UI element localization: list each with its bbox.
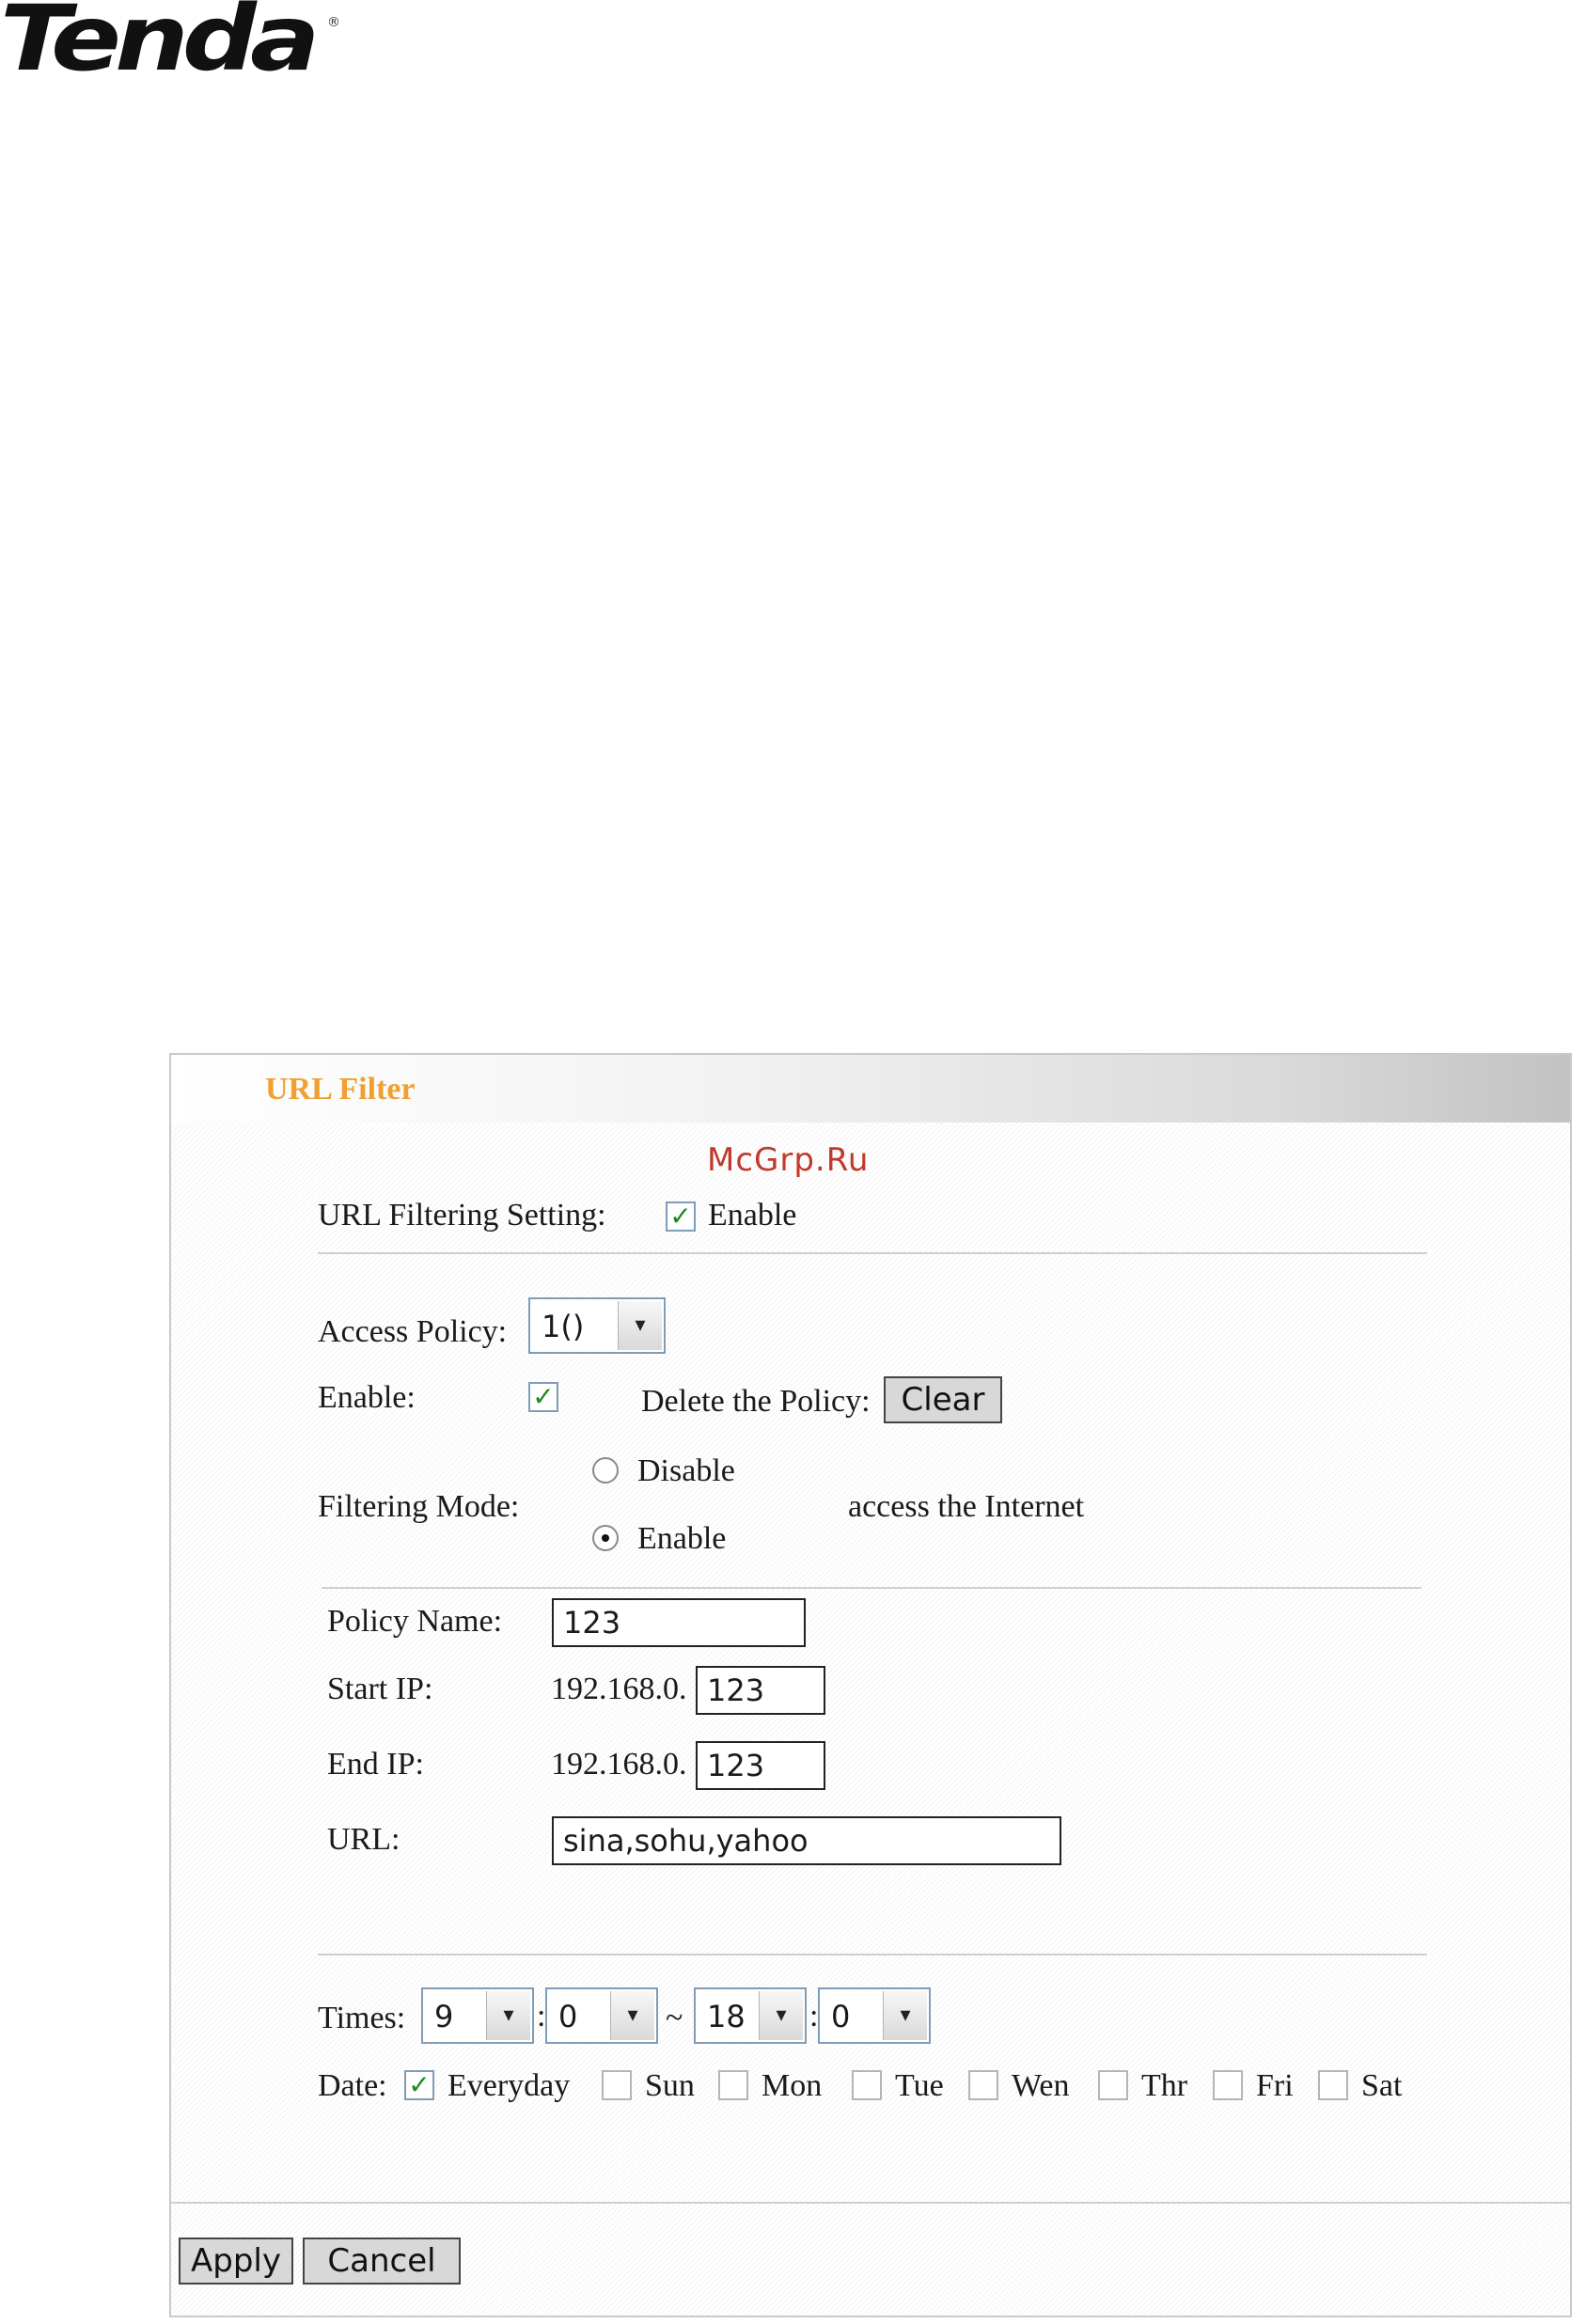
start-hour-select[interactable]: 9 ▾ [421,1987,534,2044]
delete-policy-label: Delete the Policy: [641,1384,871,1419]
filtering-mode-label: Filtering Mode: [318,1489,520,1524]
chevron-down-icon[interactable]: ▾ [618,1301,662,1350]
panel-header: URL Filter [171,1055,1570,1123]
start-hour-value: 9 [434,1999,454,2034]
date-thr-checkbox[interactable] [1098,2070,1128,2100]
end-ip-label: End IP: [327,1747,424,1782]
date-sat-checkbox[interactable] [1318,2070,1348,2100]
url-filtering-label: URL Filtering Setting: [318,1198,606,1233]
access-policy-select[interactable]: 1() ▾ [528,1297,666,1354]
date-sun-label: Sun [645,2068,695,2103]
watermark: McGrp.Ru [707,1141,870,1179]
date-thr-label: Thr [1141,2068,1188,2103]
start-minute-select[interactable]: 0 ▾ [545,1987,658,2044]
divider [322,1587,1421,1589]
end-hour-select[interactable]: 18 ▾ [694,1987,807,2044]
end-ip-input[interactable]: 123 [696,1741,825,1790]
chevron-down-icon[interactable]: ▾ [486,1991,530,2040]
date-tue-label: Tue [895,2068,944,2103]
url-label: URL: [327,1822,400,1857]
policy-name-label: Policy Name: [327,1604,503,1639]
date-sun-checkbox[interactable] [602,2070,632,2100]
end-ip-prefix: 192.168.0. [551,1747,687,1782]
tenda-logo: Tenda [0,0,320,91]
filtering-mode-enable-radio[interactable] [592,1525,619,1551]
url-filter-panel: URL Filter McGrp.Ru URL Filtering Settin… [169,1053,1572,2317]
chevron-down-icon[interactable]: ▾ [759,1991,803,2040]
filtering-mode-enable-label: Enable [637,1521,727,1556]
clear-button[interactable]: Clear [884,1376,1002,1423]
date-wen-label: Wen [1012,2068,1070,2103]
start-ip-label: Start IP: [327,1672,433,1706]
cancel-button[interactable]: Cancel [303,2238,461,2285]
times-label: Times: [318,2001,406,2035]
policy-enable-label: Enable: [318,1380,416,1415]
date-fri-label: Fri [1256,2068,1294,2103]
divider [318,1954,1427,1955]
chevron-down-icon[interactable]: ▾ [610,1991,654,2040]
filtering-mode-disable-radio[interactable] [592,1457,619,1484]
date-mon-checkbox[interactable] [718,2070,748,2100]
date-everyday-label: Everyday [448,2068,571,2103]
end-minute-select[interactable]: 0 ▾ [818,1987,931,2044]
end-minute-value: 0 [831,1999,851,2034]
chevron-down-icon[interactable]: ▾ [883,1991,927,2040]
access-policy-label: Access Policy: [318,1314,508,1349]
policy-enable-checkbox[interactable]: ✓ [528,1382,558,1412]
date-everyday-checkbox[interactable]: ✓ [404,2070,434,2100]
url-filtering-enable-label: Enable [708,1198,797,1233]
time-range-separator: ~ [666,2001,683,2035]
access-policy-value: 1() [542,1309,585,1344]
date-mon-label: Mon [762,2068,823,2103]
divider [171,2202,1570,2204]
date-label: Date: [318,2068,387,2103]
url-filtering-enable-checkbox[interactable]: ✓ [666,1201,696,1232]
date-tue-checkbox[interactable] [852,2070,882,2100]
start-ip-input[interactable]: 123 [696,1666,825,1715]
date-wen-checkbox[interactable] [968,2070,998,2100]
date-sat-label: Sat [1361,2068,1403,2103]
registered-mark: ® [327,15,340,30]
filtering-mode-suffix: access the Internet [848,1489,1085,1524]
panel-title: URL Filter [265,1072,416,1107]
date-fri-checkbox[interactable] [1213,2070,1243,2100]
url-input[interactable]: sina,sohu,yahoo [552,1816,1061,1865]
end-hour-value: 18 [707,1999,746,2034]
divider [318,1252,1427,1254]
policy-name-input[interactable]: 123 [552,1598,806,1647]
filtering-mode-disable-label: Disable [637,1453,735,1488]
start-ip-prefix: 192.168.0. [551,1672,687,1706]
start-minute-value: 0 [558,1999,578,2034]
apply-button[interactable]: Apply [179,2238,293,2285]
